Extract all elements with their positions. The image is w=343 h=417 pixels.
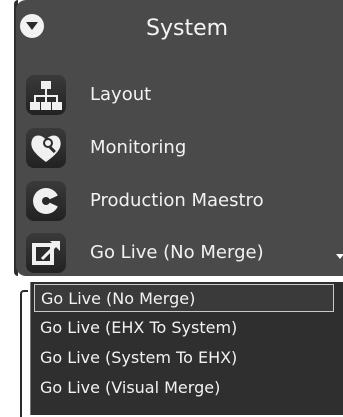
dropdown-frame <box>20 290 28 417</box>
menu-item-monitoring[interactable]: Monitoring <box>18 125 318 171</box>
go-live-dropdown[interactable]: Go Live (No Merge) <box>18 230 318 276</box>
menu-item-label: Monitoring <box>90 137 187 158</box>
dropdown-arrow-icon[interactable] <box>336 254 343 259</box>
dropdown-option-ehx-to-system[interactable]: Go Live (EHX To System) <box>34 314 334 342</box>
menu-item-label: Production Maestro <box>90 190 264 211</box>
heart-search-icon <box>26 128 66 168</box>
menu-item-layout[interactable]: Layout <box>18 72 318 118</box>
dropdown-option-no-merge[interactable]: Go Live (No Merge) <box>34 284 334 312</box>
maestro-icon <box>26 181 66 221</box>
panel-header: System <box>16 0 343 58</box>
go-live-icon <box>26 233 66 273</box>
menu-item-production-maestro[interactable]: Production Maestro <box>18 178 318 224</box>
network-icon <box>26 75 66 115</box>
menu-item-label: Layout <box>90 84 152 105</box>
panel-title: System <box>146 16 229 41</box>
dropdown-option-visual-merge[interactable]: Go Live (Visual Merge) <box>34 374 334 402</box>
dropdown-option-system-to-ehx[interactable]: Go Live (System To EHX) <box>34 344 334 372</box>
dropdown-selected-value: Go Live (No Merge) <box>90 242 264 263</box>
collapse-chevron-icon[interactable] <box>20 14 44 38</box>
